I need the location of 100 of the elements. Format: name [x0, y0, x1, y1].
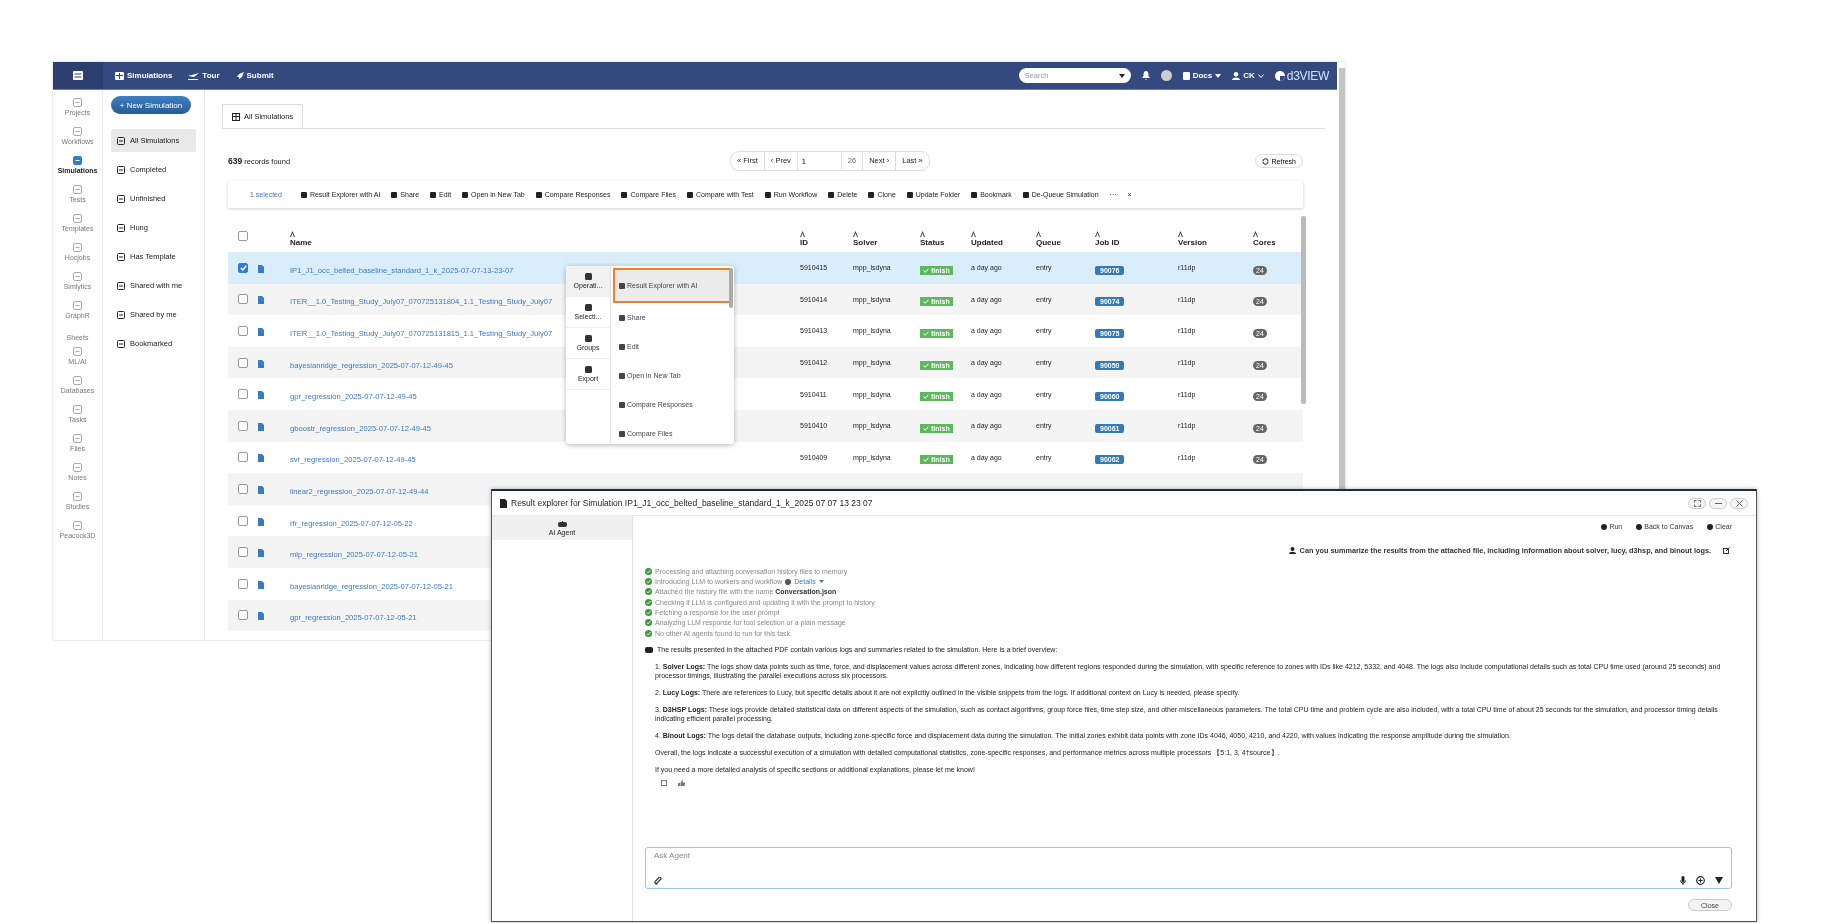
square-icon [619, 343, 625, 350]
check-icon [923, 425, 929, 431]
refresh-icon [1262, 157, 1270, 165]
nav-link[interactable]: Tour [188, 71, 220, 80]
sort-icon[interactable] [1036, 230, 1041, 237]
list-icon [117, 339, 125, 348]
column-header[interactable]: Queue [1036, 237, 1061, 247]
list-icon [117, 310, 125, 319]
square-icon [619, 430, 625, 437]
list-icon [117, 165, 125, 174]
row-checkbox[interactable] [238, 452, 248, 463]
module-icon [73, 434, 82, 443]
row-checkbox[interactable] [238, 294, 248, 305]
row-checkbox[interactable] [238, 262, 248, 273]
row-checkbox[interactable] [238, 547, 248, 558]
row-checkbox[interactable] [238, 420, 248, 431]
caret-icon [1215, 73, 1222, 78]
select-all-checkbox[interactable] [238, 231, 248, 241]
row-checkbox[interactable] [238, 610, 248, 621]
file-icon [258, 391, 264, 400]
file-icon [258, 328, 264, 336]
sort-icon[interactable] [1178, 230, 1183, 237]
column-header[interactable]: Cores [1253, 237, 1276, 247]
maximize-button[interactable] [1688, 497, 1706, 509]
module-icon [73, 214, 82, 223]
column-header[interactable]: Name [290, 237, 312, 247]
list-icon [117, 223, 125, 232]
user-icon [1288, 547, 1296, 554]
square-icon [300, 191, 307, 198]
column-header[interactable]: Version [1178, 237, 1207, 247]
column-header[interactable]: Updated [971, 237, 1003, 247]
row-checkbox[interactable] [238, 389, 248, 400]
sort-icon[interactable] [1253, 230, 1258, 237]
column-header[interactable]: Status [920, 237, 945, 247]
square-icon [621, 191, 628, 198]
caret-icon [818, 580, 824, 584]
row-checkbox[interactable] [238, 578, 248, 589]
home-button[interactable] [53, 62, 103, 89]
file-icon [258, 359, 264, 368]
copy-icon[interactable] [661, 780, 668, 787]
column-header[interactable]: ID [800, 237, 808, 247]
square-icon [619, 372, 625, 379]
docs-menu[interactable]: Docs [1182, 71, 1222, 80]
module-icon [73, 98, 82, 107]
nav-link[interactable]: Simulations [115, 71, 173, 80]
sort-icon[interactable] [920, 230, 925, 237]
avatar[interactable] [1160, 70, 1172, 81]
file-icon [258, 264, 264, 273]
check-icon [923, 394, 929, 400]
row-checkbox[interactable] [238, 483, 248, 494]
square-icon [1022, 191, 1029, 198]
sort-icon[interactable] [853, 230, 858, 237]
new-simulation-button[interactable]: + New Simulation [111, 96, 191, 114]
check-icon [239, 264, 247, 271]
square-icon [584, 273, 592, 280]
module-icon [73, 347, 82, 356]
plane-icon [188, 71, 200, 80]
thumbs-up-icon[interactable] [678, 780, 685, 787]
caret-down-icon[interactable] [1715, 877, 1723, 884]
rocket-icon [235, 71, 244, 80]
table-icon [232, 112, 240, 121]
square-icon [686, 191, 693, 198]
square-icon [619, 282, 625, 289]
caret-icon[interactable] [1118, 73, 1125, 78]
file-icon [258, 580, 264, 589]
file-icon [258, 517, 264, 526]
module-icon [73, 185, 82, 194]
module-icon [73, 127, 82, 136]
microphone-icon[interactable] [1680, 876, 1686, 885]
plus-circle-icon[interactable] [1696, 876, 1705, 885]
file-icon [500, 498, 507, 508]
list-icon [117, 136, 125, 145]
logo-icon [1274, 70, 1285, 81]
sort-icon[interactable] [290, 230, 295, 237]
square-icon [584, 366, 592, 373]
square-icon [462, 191, 469, 198]
close-button[interactable] [1730, 497, 1748, 509]
paperclip-icon[interactable] [654, 876, 662, 885]
row-checkbox[interactable] [238, 326, 248, 336]
nav-link[interactable]: Submit [235, 71, 274, 80]
column-header[interactable]: Job ID [1095, 237, 1120, 247]
check-icon [923, 299, 929, 305]
sort-icon[interactable] [971, 230, 976, 237]
row-checkbox[interactable] [238, 515, 248, 526]
file-icon [258, 296, 264, 305]
column-header[interactable]: Solver [853, 237, 878, 247]
grid-icon [115, 71, 124, 80]
square-icon [619, 401, 625, 408]
square-icon [868, 191, 875, 198]
user-menu[interactable]: CK [1232, 71, 1264, 80]
sort-icon[interactable] [800, 230, 805, 237]
square-icon [584, 335, 592, 342]
row-checkbox[interactable] [238, 357, 248, 368]
bell-icon[interactable] [1141, 71, 1150, 80]
edit-icon[interactable] [1723, 547, 1730, 554]
scrollbar[interactable] [1301, 216, 1306, 404]
sort-icon[interactable] [1095, 230, 1100, 237]
file-icon [258, 549, 264, 558]
scrollbar[interactable] [729, 268, 733, 308]
minimize-button[interactable] [1709, 497, 1727, 509]
